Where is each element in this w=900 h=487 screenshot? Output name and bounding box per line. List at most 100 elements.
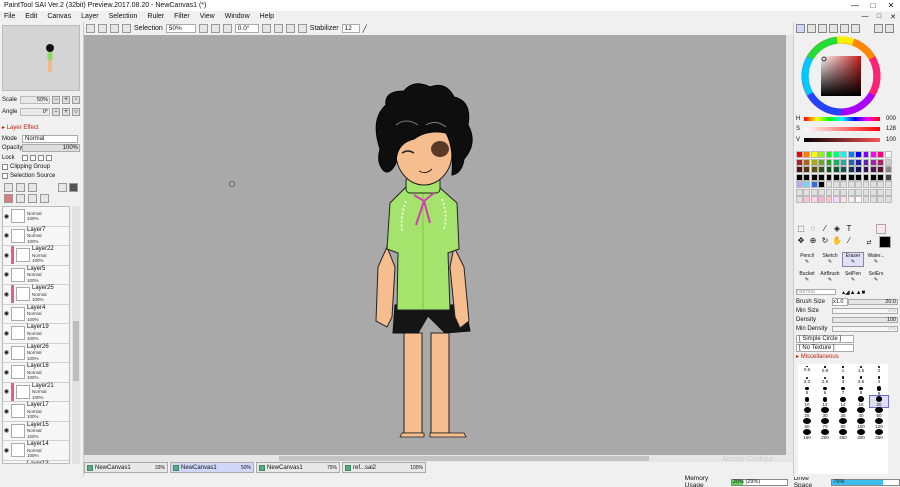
brush-size-preset[interactable]: 2 — [870, 364, 888, 375]
layer-row[interactable]: ◉ Layer15 Normal 100% — [3, 421, 69, 441]
move-icon[interactable]: ✥ — [796, 236, 806, 246]
menu-canvas[interactable]: Canvas — [47, 13, 71, 20]
color-swatch[interactable] — [825, 196, 833, 203]
brush-tool-cell[interactable]: SelErs ✎ — [865, 270, 887, 285]
color-swatch[interactable] — [825, 151, 833, 158]
eye-icon[interactable]: ◉ — [3, 271, 10, 278]
brush-size-preset[interactable]: 0.8 — [816, 364, 834, 375]
brush-size-preset[interactable]: 25 — [798, 407, 816, 418]
canvas-scroll-thumb[interactable] — [279, 456, 649, 461]
color-swatch[interactable] — [840, 166, 848, 173]
brush-size-preset[interactable]: 5 — [798, 386, 816, 397]
lock-paint-icon[interactable] — [38, 154, 44, 161]
color-swatch[interactable] — [840, 196, 848, 203]
brush-size-preset[interactable]: 160 — [798, 428, 816, 440]
eye-icon[interactable]: ◉ — [3, 447, 10, 454]
min-density-value[interactable]: 0% — [832, 326, 898, 332]
menu-file[interactable]: File — [4, 13, 15, 20]
density-value[interactable]: 100 — [832, 317, 898, 323]
angle-reset-button[interactable]: ○ — [72, 107, 80, 116]
document-tab[interactable]: NewCanvas1 33% — [84, 462, 168, 473]
brush-size-preset[interactable]: 50 — [870, 407, 888, 418]
color-swatch[interactable] — [877, 173, 885, 181]
brush-size-preset[interactable]: 3 — [834, 375, 852, 386]
hue-slider[interactable] — [804, 117, 880, 121]
color-swatch[interactable] — [810, 158, 818, 166]
layer-panel-menu-icon[interactable] — [69, 183, 78, 192]
rotate-icon[interactable]: ↻ — [820, 236, 830, 246]
value-slider[interactable] — [804, 138, 880, 142]
color-swatch[interactable] — [818, 151, 826, 158]
flip-icon[interactable] — [297, 24, 307, 33]
brush-tool-cell[interactable]: AirBrush ✎ — [819, 270, 841, 285]
brush-size-preset[interactable]: 10 — [798, 396, 816, 407]
color-swatch[interactable] — [884, 158, 892, 166]
color-swatch[interactable] — [832, 151, 840, 158]
eye-icon[interactable]: ◉ — [3, 369, 10, 376]
color-swatch[interactable] — [796, 188, 803, 196]
color-swatch[interactable] — [862, 181, 870, 188]
color-swatch[interactable] — [855, 151, 863, 158]
brush-size-preset[interactable]: 8 — [852, 386, 870, 397]
brush-size-value[interactable]: 20.0 — [848, 299, 898, 305]
brush-size-preset[interactable]: 40 — [852, 407, 870, 418]
hsv-slider-tab-icon[interactable] — [818, 24, 827, 33]
brush-size-preset[interactable]: 12 — [816, 396, 834, 407]
color-swatch[interactable] — [796, 181, 803, 188]
color-swatch[interactable] — [796, 166, 803, 173]
clear-layer-icon[interactable] — [4, 194, 13, 203]
value-value[interactable]: 100 — [880, 137, 896, 143]
layer-row[interactable]: ◉ Normal 100% — [3, 207, 69, 227]
color-swatch[interactable] — [877, 196, 885, 203]
color-swatch[interactable] — [869, 196, 877, 203]
eye-icon[interactable]: ◉ — [3, 349, 10, 356]
color-swatch[interactable] — [877, 166, 885, 173]
eye-icon[interactable]: ◉ — [3, 252, 10, 259]
scale-minus-button[interactable]: − — [52, 95, 60, 104]
brush-size-preset[interactable]: 80 — [834, 417, 852, 429]
brush-size-preset[interactable]: 250 — [834, 428, 852, 440]
brush-shape-select[interactable]: [ Simple Circle ] — [796, 335, 854, 343]
pen-icon[interactable]: ╱ — [363, 25, 367, 33]
color-swatch[interactable] — [847, 151, 855, 158]
brush-size-preset[interactable]: 0.6 — [798, 364, 816, 375]
color-swatch[interactable] — [818, 158, 826, 166]
color-options-icon[interactable] — [874, 24, 883, 33]
brush-size-preset[interactable]: 9 — [870, 386, 888, 397]
opacity-slider[interactable]: 100% — [22, 143, 80, 152]
eyedropper-icon[interactable]: ⁄ — [844, 236, 854, 246]
color-swatch[interactable] — [810, 181, 818, 188]
color-swatch[interactable] — [832, 196, 840, 203]
color-swatch[interactable] — [884, 181, 892, 188]
color-swatch[interactable] — [855, 196, 863, 203]
layer-row[interactable]: ◉ Layer7 Normal 100% — [3, 226, 69, 246]
doc-close-button[interactable]: ✕ — [886, 13, 900, 21]
brush-size-preset[interactable]: 30 — [816, 407, 834, 418]
color-swatch[interactable] — [869, 173, 877, 181]
magic-wand-icon[interactable]: ⁄ — [820, 224, 830, 234]
color-swatch[interactable] — [877, 151, 885, 158]
menu-view[interactable]: View — [200, 13, 215, 20]
color-swatch[interactable] — [862, 173, 870, 181]
eye-icon[interactable]: ◉ — [3, 310, 10, 317]
angle-minus-button[interactable]: − — [52, 107, 60, 116]
color-wheel[interactable] — [801, 36, 881, 116]
color-swatch[interactable] — [847, 166, 855, 173]
color-swatch[interactable] — [840, 173, 848, 181]
color-swatch[interactable] — [803, 151, 811, 158]
brush-size-preset[interactable]: 350 — [870, 428, 888, 440]
color-swatch[interactable] — [840, 181, 848, 188]
brush-size-preset[interactable]: 2.6 — [816, 375, 834, 386]
color-swatch[interactable] — [810, 188, 818, 196]
new-set-icon[interactable] — [16, 183, 25, 192]
color-swatch[interactable] — [810, 173, 818, 181]
rotate-right-icon[interactable] — [273, 24, 283, 33]
color-swatch[interactable] — [855, 158, 863, 166]
color-swatch[interactable] — [884, 173, 892, 181]
color-swatch[interactable] — [884, 166, 892, 173]
lock-alpha-icon[interactable] — [46, 154, 52, 161]
color-swatch[interactable] — [869, 151, 877, 158]
merge-down-icon[interactable] — [16, 194, 25, 203]
stabilizer-select[interactable]: 12 — [341, 24, 360, 33]
menu-layer[interactable]: Layer — [81, 13, 99, 20]
